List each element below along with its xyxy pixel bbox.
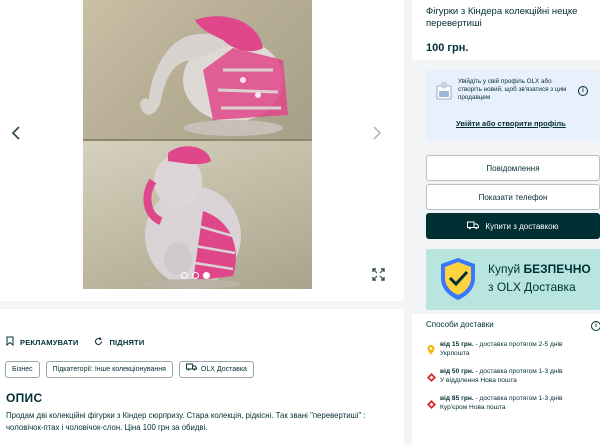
buy-with-delivery-button[interactable]: Купити з доставкою [426,213,600,239]
truck-icon [467,221,480,232]
bird-figurine-photo [83,141,312,289]
delivery-option-price: від 85 грн. - доставка протягом 1-3 днів [440,395,563,402]
listing-actions: РЕКЛАМУВАТИ ПІДНЯТИ [6,336,144,348]
show-phone-button[interactable]: Показати телефон [426,184,600,210]
delivery-option-carrier: У відділення Нова пошта [440,377,517,384]
login-prompt-text: Увійдіть у свій профіль OLX або створіть… [458,78,567,101]
gallery-pagination [181,272,210,279]
delivery-methods-title: Способи доставки [426,320,494,329]
raise-button[interactable]: ПІДНЯТИ [94,336,144,348]
description-text: Продам дві колекційні фігурки з Кіндер с… [6,411,366,432]
nova-poshta-icon [427,396,436,414]
delivery-option-carrier: Укрпошта [440,350,470,357]
promo-headline-bold: БЕЗПЕЧНО [523,262,591,276]
promo-headline-pre: Купуй [488,262,524,276]
message-label: Повідомлення [486,163,540,173]
promo-subline: з OLX Доставка [488,280,576,294]
chevron-right-icon[interactable] [372,126,382,145]
listing-price: 100 грн. [426,42,469,54]
user-avatar-icon [436,80,452,100]
listing-tags: Бізнес Підкатегорії: Інше колекціонуванн… [5,361,254,378]
expand-icon[interactable] [372,268,385,284]
gallery-dot-active[interactable] [203,272,210,279]
listing-title: Фігурки з Кіндера колекційні нецке перев… [426,6,578,29]
refresh-icon [94,336,103,348]
listing-photo[interactable] [83,0,312,289]
truck-icon [185,362,197,377]
delivery-option-price: від 15 грн. - доставка протягом 2-5 днів [440,341,563,348]
tag-olx-delivery-label: OLX Доставка [200,366,247,373]
gallery-dot[interactable] [192,272,199,279]
promote-button[interactable]: РЕКЛАМУВАТИ [6,336,78,348]
shield-check-icon [438,256,478,307]
olx-delivery-promo[interactable]: Купуй БЕЗПЕЧНО з OLX Доставка [426,249,600,310]
delivery-option-price: від 50 грн. - доставка протягом 1-3 днів [440,368,563,375]
chevron-left-icon[interactable] [11,126,21,145]
photo-gallery [0,0,404,301]
location-pin-icon [427,342,435,360]
promo-headline: Купуй БЕЗПЕЧНО [488,262,591,276]
description-heading: ОПИС [6,391,43,405]
message-button[interactable]: Повідомлення [426,155,600,181]
tag-subcategory[interactable]: Підкатегорії: Інше колекціонування [45,361,173,378]
login-link[interactable]: Увійти або створити профіль [456,119,566,128]
info-icon[interactable]: i [591,321,600,331]
info-icon[interactable]: i [578,86,588,96]
tag-olx-delivery[interactable]: OLX Доставка [178,361,254,378]
buy-with-delivery-label: Купити з доставкою [485,221,559,231]
nova-poshta-icon [427,369,436,387]
raise-label: ПІДНЯТИ [109,337,145,347]
login-prompt-box: Увійдіть у свій профіль OLX або створіть… [426,70,600,141]
elephant-figurine-photo [83,0,312,139]
promote-label: РЕКЛАМУВАТИ [20,337,79,347]
gallery-dot[interactable] [181,272,188,279]
bookmark-icon [6,336,14,348]
show-phone-label: Показати телефон [478,192,548,202]
delivery-option-carrier: Кур'єром Нова пошта [440,404,506,411]
tag-business[interactable]: Бізнес [5,361,40,378]
